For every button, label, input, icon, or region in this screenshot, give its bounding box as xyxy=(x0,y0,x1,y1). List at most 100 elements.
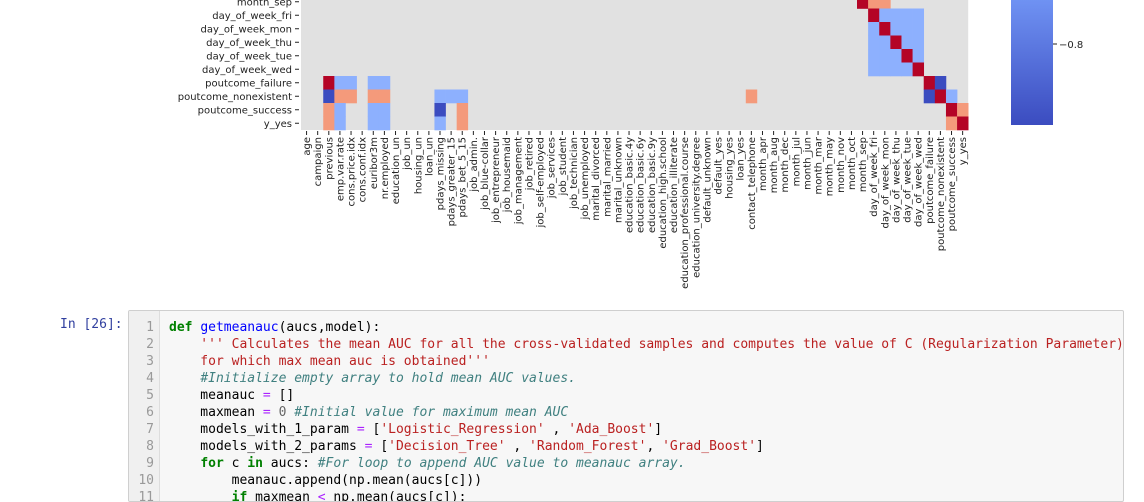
heatmap-cell xyxy=(934,89,947,104)
heatmap-column-label: job_admin. xyxy=(469,137,480,193)
heatmap-column-label: job_entrepreneur xyxy=(491,136,502,224)
heatmap-cell xyxy=(945,103,958,117)
line-number: 11 xyxy=(138,490,154,502)
heatmap-column-label: job_unemployed xyxy=(580,137,591,220)
heatmap-column-label: contact_telephone xyxy=(747,137,758,230)
heatmap-column-label: marital_divorced xyxy=(591,137,602,221)
heatmap-column-label: euribor3m xyxy=(369,137,380,189)
code-line: 11 if maxmean < np.mean(aucs[c]): xyxy=(129,489,1123,502)
heatmap-column-label: day_of_week_tue xyxy=(903,137,914,223)
heatmap-column-label: default_yes xyxy=(714,137,725,194)
heatmap-cell xyxy=(745,89,758,104)
heatmap-column-label: marital_married xyxy=(602,137,613,217)
heatmap-cell xyxy=(912,35,925,50)
heatmap-cell xyxy=(901,62,913,77)
heatmap-cell xyxy=(934,76,947,90)
heatmap-cell xyxy=(879,8,891,23)
heatmap-cell xyxy=(367,76,380,90)
heatmap-column-label: poutcome_nonexistent xyxy=(936,137,947,251)
heatmap-column-label: previous xyxy=(324,137,335,180)
heatmap-cell xyxy=(901,49,913,63)
heatmap-column-label: month_oct xyxy=(847,137,858,190)
heatmap-column-label: job_management xyxy=(513,137,524,225)
code-line: 4 #Initialize empty array to hold mean A… xyxy=(129,370,1123,387)
heatmap-cell xyxy=(879,22,891,36)
colorbar-gradient xyxy=(1011,0,1053,125)
code-line: 8 models_with_2_params = ['Decision_Tree… xyxy=(129,438,1123,455)
code-text[interactable]: for c in aucs: #For loop to append AUC v… xyxy=(169,455,685,472)
heatmap-cell xyxy=(334,103,346,117)
line-number: 3 xyxy=(146,354,154,369)
code-line: 3 for which max mean auc is obtained''' xyxy=(129,353,1123,370)
heatmap-cell xyxy=(378,116,391,131)
heatmap-cell xyxy=(901,8,913,23)
heatmap-cell xyxy=(456,103,469,117)
heatmap-column-label: education_illiterate xyxy=(669,137,680,233)
code-line: 2 ''' Calculates the mean AUC for all th… xyxy=(129,336,1123,353)
heatmap-cell xyxy=(345,89,357,104)
line-number: 9 xyxy=(146,456,154,471)
code-line: 5 meanauc = [] xyxy=(129,387,1123,404)
code-editor[interactable]: 1 def getmeanauc(aucs,model): 2 ''' Calcul… xyxy=(128,310,1124,502)
code-text[interactable]: if maxmean < np.mean(aucs[c]): xyxy=(169,489,467,501)
code-text[interactable]: for which max mean auc is obtained''' xyxy=(169,353,490,370)
line-number: 4 xyxy=(146,371,154,386)
heatmap-column-label: age xyxy=(302,137,313,156)
heatmap-cell xyxy=(334,76,346,90)
heatmap-column-label: job_housemaid xyxy=(502,137,513,213)
heatmap-cell xyxy=(456,116,469,131)
heatmap-cell xyxy=(923,76,936,90)
heatmap-column-label: month_aug xyxy=(769,137,780,193)
heatmap-cell xyxy=(957,116,969,131)
line-number: 2 xyxy=(146,337,154,352)
heatmap-cell xyxy=(868,35,880,50)
heatmap-column-label: job_blue-collar xyxy=(480,136,491,211)
heatmap-cell xyxy=(890,8,902,23)
code-text[interactable]: models_with_2_params = ['Decision_Tree' … xyxy=(169,438,764,455)
heatmap-cell xyxy=(378,89,391,104)
heatmap-cell xyxy=(434,103,446,117)
heatmap-cell xyxy=(323,116,335,131)
heatmap-column-label: day_of_week_wed xyxy=(914,137,925,227)
code-cell[interactable]: In [26]: 1 def getmeanauc(aucs,model): 2 '… xyxy=(0,308,1144,502)
code-text[interactable]: #Initialize empty array to hold mean AUC… xyxy=(169,370,576,387)
code-text[interactable]: ''' Calculates the mean AUC for all the … xyxy=(169,336,1123,353)
heatmap-cell xyxy=(890,49,902,63)
heatmap-cell xyxy=(323,76,335,90)
heatmap-cell xyxy=(879,0,891,9)
heatmap-cell xyxy=(434,116,446,131)
heatmap-column-label: job_self-employed xyxy=(536,137,547,229)
code-text[interactable]: meanauc = [] xyxy=(169,387,294,404)
heatmap-cell xyxy=(879,62,891,77)
correlation-heatmap: month_sep day_of_week_fri day_of_week_mond… xyxy=(178,0,1083,289)
heatmap-cell xyxy=(868,62,880,77)
heatmap-cell xyxy=(378,76,391,90)
heatmap-cell xyxy=(334,89,346,104)
heatmap-row-label: day_of_week_mon xyxy=(200,24,292,35)
heatmap-column-label: cons.price.idx xyxy=(347,137,358,207)
heatmap-column-label: education_un xyxy=(391,137,402,204)
heatmap-column-label: job_retired xyxy=(524,137,535,191)
heatmap-row-label: day_of_week_tue xyxy=(206,51,292,62)
heatmap-column-label: education_basic.6y xyxy=(636,137,647,233)
code-text[interactable]: def getmeanauc(aucs,model): xyxy=(169,319,380,336)
code-text[interactable]: meanauc.append(np.mean(aucs[c])) xyxy=(169,472,482,489)
code-text[interactable]: maxmean = 0 #Initial value for maximum m… xyxy=(169,404,568,421)
heatmap-column-label: day_of_week_thu xyxy=(891,137,902,223)
heatmap-row-label: month_sep xyxy=(237,0,292,8)
heatmap-column-label: month_nov xyxy=(836,137,847,193)
heatmap-row-label: y_yes xyxy=(264,119,292,130)
heatmap-column-label: loan_un xyxy=(424,137,435,176)
heatmap-column-label: day_of_week_fri xyxy=(869,137,880,217)
heatmap-column-label: default_unknown xyxy=(702,137,713,223)
code-text[interactable]: models_with_1_param = ['Logistic_Regress… xyxy=(169,421,662,438)
heatmap-cell xyxy=(367,89,380,104)
heatmap-cell xyxy=(434,89,446,104)
heatmap-column-label: education_professional.course xyxy=(680,137,691,289)
heatmap-cells xyxy=(301,0,969,131)
heatmap-cell xyxy=(868,49,880,63)
heatmap-cell xyxy=(323,89,335,104)
heatmap-row-label: poutcome_failure xyxy=(205,78,292,89)
heatmap-column-label: loan_yes xyxy=(736,137,747,181)
heatmap-column-label: job_technician xyxy=(569,137,580,210)
